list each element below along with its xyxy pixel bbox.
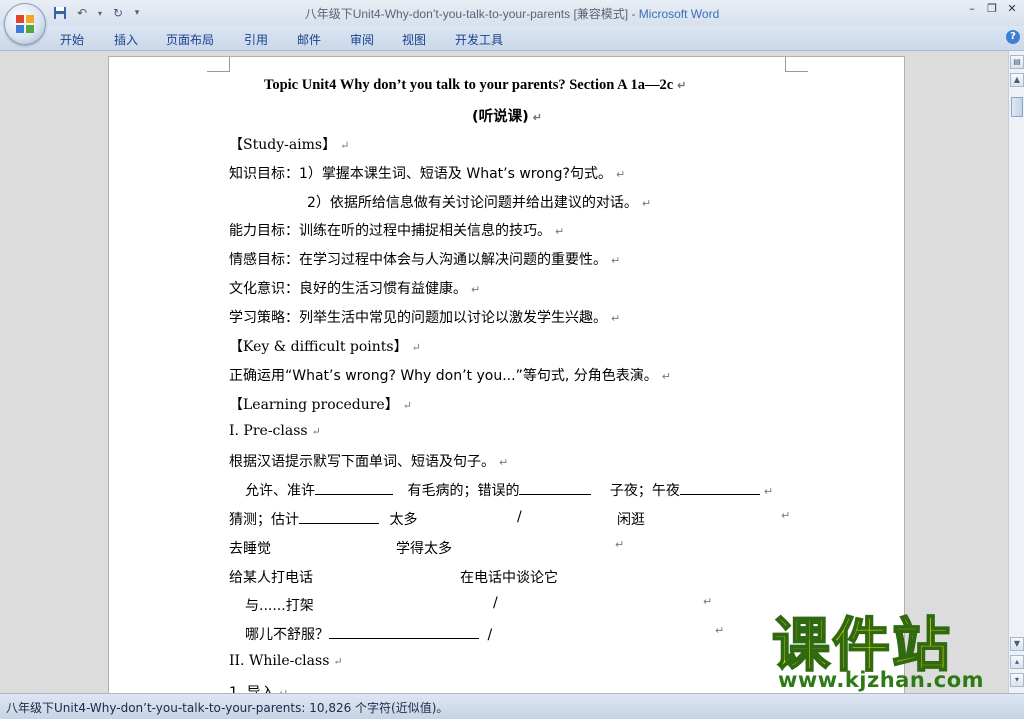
watermark-url: www.kjzhan.com (778, 668, 985, 692)
tab-review[interactable]: 审阅 (350, 31, 374, 48)
procedure-header: 【Learning procedure】 ↵ (229, 397, 412, 413)
app-name: Microsoft Word (638, 7, 720, 21)
tab-page-layout[interactable]: 页面布局 (166, 31, 214, 48)
tab-developer[interactable]: 开发工具 (455, 31, 503, 48)
status-text: 八年级下Unit4-Why-don’t-you-talk-to-your-par… (6, 701, 449, 715)
watermark-logo: 课件站 (771, 611, 953, 679)
document-title: 八年级下Unit4-Why-don’t-you-talk-to-your-par… (304, 7, 639, 21)
previous-page-icon[interactable]: ▴ (1010, 655, 1024, 669)
aims-culture: 文化意识：良好的生活习惯有益健康。 ↵ (229, 281, 481, 297)
key-points-text: 正确运用“What’s wrong? Why don’t you...”等句式,… (229, 368, 671, 384)
tab-view[interactable]: 视图 (402, 31, 426, 48)
study-aims-header: 【Study-aims】 ↵ (229, 137, 350, 153)
while-class-heading: II. While-class ↵ (229, 653, 343, 669)
minimize-icon[interactable]: – (964, 2, 980, 16)
margin-corner-mark (207, 57, 230, 72)
doc-title: Topic Unit4 Why don’t you talk to your p… (264, 77, 687, 93)
close-icon[interactable]: ✕ (1004, 2, 1020, 16)
status-bar: 八年级下Unit4-Why-don’t-you-talk-to-your-par… (0, 693, 1024, 719)
office-logo-icon (16, 15, 34, 33)
scroll-up-icon[interactable]: ▲ (1010, 73, 1024, 87)
ruler-toggle-icon[interactable]: ▤ (1010, 55, 1024, 69)
instruction-text: 根据汉语提示默写下面单词、短语及句子。 ↵ (229, 454, 509, 470)
document-workspace: Topic Unit4 Why don’t you talk to your p… (0, 51, 1008, 707)
margin-corner-mark (785, 57, 808, 72)
title-bar: ↶ ▾ ↻ ▾ 八年级下Unit4-Why-don’t-you-talk-to-… (0, 0, 1024, 26)
vocab-row-1: 允许、准许 有毛病的；错误的 子夜；午夜 ↵ (245, 480, 773, 500)
aims-emotion: 情感目标：在学习过程中体会与人沟通以解决问题的重要性。 ↵ (229, 252, 621, 268)
help-icon[interactable]: ? (1006, 30, 1020, 44)
aims-knowledge-1: 知识目标：1）掌握本课生词、短语及 What’s wrong?句式。 ↵ (229, 166, 626, 182)
tab-mailings[interactable]: 邮件 (297, 31, 321, 48)
tab-home[interactable]: 开始 (60, 31, 84, 48)
aims-knowledge-2: 2）依据所给信息做有关讨论问题并给出建议的对话。 ↵ (307, 195, 652, 211)
scroll-down-icon[interactable]: ▼ (1010, 637, 1024, 651)
window-title: 八年级下Unit4-Why-don’t-you-talk-to-your-par… (0, 5, 1024, 22)
vertical-scrollbar[interactable]: ▤ ▲ ▼ ▴ ▾ (1008, 51, 1024, 693)
tab-references[interactable]: 引用 (244, 31, 268, 48)
window-controls: – ❐ ✕ (964, 2, 1020, 16)
vocab-row-2: 猜测；估计 太多 / 闲逛 ↵ (229, 509, 791, 528)
vocab-row-6: 哪儿不舒服？ / ↵ (245, 624, 725, 643)
restore-icon[interactable]: ❐ (984, 2, 1000, 16)
next-page-icon[interactable]: ▾ (1010, 673, 1024, 687)
aims-strategy: 学习策略：列举生活中常见的问题加以讨论以激发学生兴趣。 ↵ (229, 310, 621, 326)
pre-class-heading: I. Pre-class ↵ (229, 423, 321, 439)
document-page[interactable]: Topic Unit4 Why don’t you talk to your p… (109, 57, 904, 707)
scroll-thumb[interactable] (1011, 97, 1023, 117)
vocab-row-4: 给某人打电话 在电话中谈论它 (229, 570, 558, 586)
ribbon-tabs: 开始 插入 页面布局 引用 邮件 审阅 视图 开发工具 ? (0, 26, 1024, 51)
vocab-row-3: 去睡觉 学得太多 ↵ (229, 538, 625, 557)
doc-subtitle: (听说课) ↵ (472, 109, 542, 125)
office-button[interactable] (4, 3, 46, 45)
tab-insert[interactable]: 插入 (114, 31, 138, 48)
vocab-row-5: 与......打架 / ↵ (245, 595, 713, 614)
aims-ability: 能力目标：训练在听的过程中捕捉相关信息的技巧。 ↵ (229, 223, 565, 239)
key-points-header: 【Key & difficult points】 ↵ (229, 339, 421, 355)
